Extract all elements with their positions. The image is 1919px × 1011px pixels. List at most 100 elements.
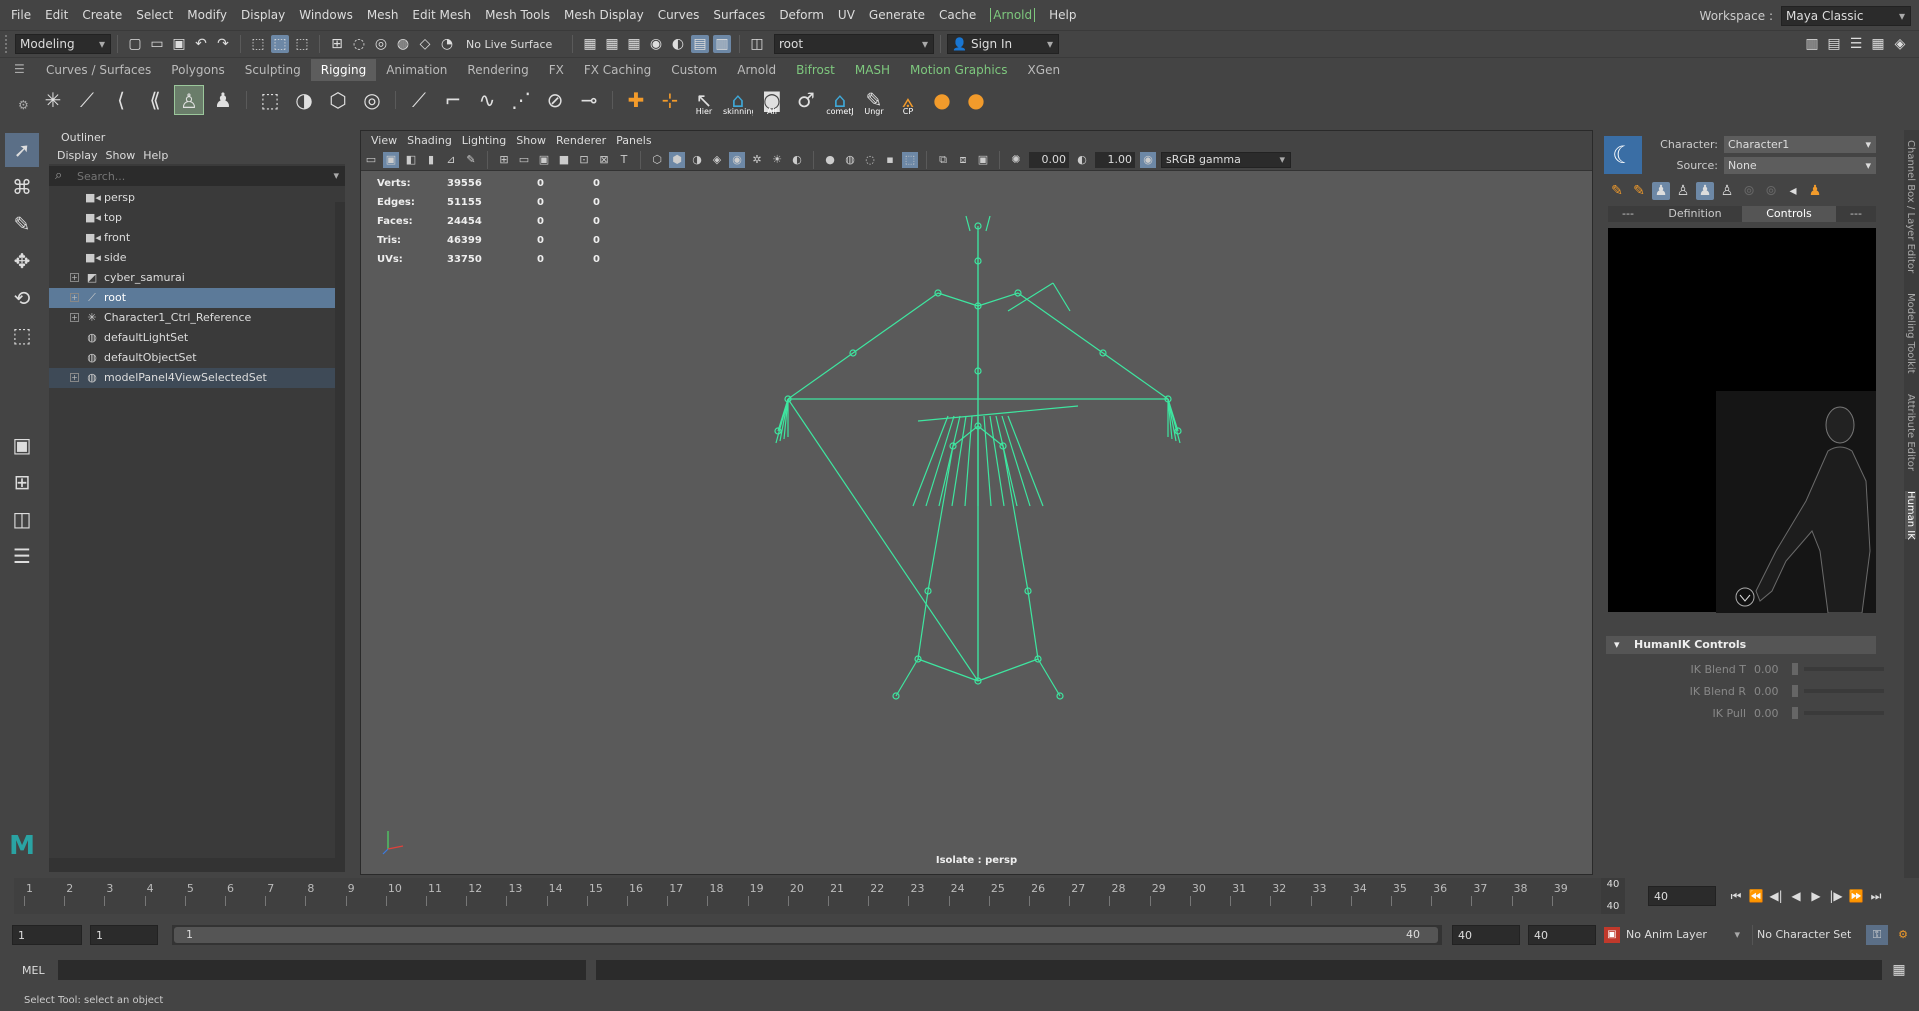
- insert-joint-icon[interactable]: ⟋: [72, 85, 102, 115]
- snap-view-plane-icon[interactable]: ◇: [416, 35, 434, 53]
- collapse-triangle-icon[interactable]: ▾: [1614, 636, 1620, 654]
- ik-control-slider-handle[interactable]: [1792, 685, 1798, 697]
- ik-control-slider-track[interactable]: [1804, 689, 1884, 693]
- select-tool-icon[interactable]: ➚: [5, 133, 39, 167]
- mirror-joint-icon[interactable]: ⟨: [106, 85, 136, 115]
- exposure-icon[interactable]: ✺: [1008, 152, 1024, 168]
- hier-select-icon[interactable]: ↖ Hier: [689, 85, 719, 116]
- menu-curves[interactable]: Curves: [658, 0, 700, 31]
- two-view-layout-icon[interactable]: ◫: [5, 502, 39, 536]
- shelf-tab-xgen[interactable]: XGen: [1018, 59, 1071, 81]
- outliner-item[interactable]: + ◩ cyber_samurai: [49, 268, 345, 288]
- pin-rotate-icon[interactable]: ⊚: [1762, 182, 1780, 200]
- move-tool-icon[interactable]: ✥: [5, 244, 39, 278]
- time-slider[interactable]: 1 2 3 4 5 6 7 8 9 10 11 12 13 14 15 16 17 18 19 20 21 22 23 24 2…: [0, 878, 1919, 914]
- menu-mesh[interactable]: Mesh: [367, 0, 399, 31]
- outliner-item[interactable]: ■◂ side: [49, 248, 345, 268]
- modeling-toolkit-toggle-icon[interactable]: ▥: [1803, 35, 1821, 53]
- bind-skin-icon[interactable]: ⬚: [255, 85, 285, 115]
- menu-uv[interactable]: UV: [838, 0, 855, 31]
- viewport-menu-renderer[interactable]: Renderer: [556, 134, 606, 147]
- ik-control-slider-track[interactable]: [1804, 711, 1884, 715]
- expand-toggle-icon[interactable]: +: [70, 373, 79, 382]
- shelf-tab-sculpting[interactable]: Sculpting: [235, 59, 311, 81]
- snap-grid-icon[interactable]: ⊞: [328, 35, 346, 53]
- film-gate-icon[interactable]: ▭: [516, 152, 532, 168]
- side-tab-modeling-toolkit[interactable]: Modeling Toolkit: [1905, 293, 1916, 374]
- menu-cache[interactable]: Cache: [939, 0, 976, 31]
- xray-joints-icon[interactable]: ◉: [729, 151, 745, 168]
- anim-layer-dropdown[interactable]: No Anim Layer ▾: [1626, 925, 1746, 945]
- bone[interactable]: [951, 415, 967, 507]
- shelf-tab-custom[interactable]: Custom: [661, 59, 727, 81]
- bone[interactable]: [1102, 352, 1169, 400]
- side-tab-human-ik[interactable]: Human IK: [1905, 490, 1916, 540]
- resolution-gate-icon[interactable]: ▣: [536, 152, 552, 168]
- menu-set-dropdown[interactable]: Modeling: [15, 34, 111, 54]
- ungroup-icon[interactable]: ✎ Ungr: [859, 85, 889, 116]
- bone[interactable]: [927, 445, 954, 592]
- xray-joints-2-icon[interactable]: ▣: [975, 152, 991, 168]
- save-scene-icon[interactable]: ▣: [170, 35, 188, 53]
- go-to-end-icon[interactable]: ⏭: [1866, 886, 1886, 906]
- safe-title-icon[interactable]: T: [616, 152, 632, 168]
- side-tab-attribute-editor[interactable]: Attribute Editor: [1905, 394, 1916, 471]
- pin-translate-icon[interactable]: ⊚: [1740, 182, 1758, 200]
- bone[interactable]: [977, 292, 1019, 307]
- xray-active-icon[interactable]: ⧈: [955, 152, 971, 168]
- color-management-icon[interactable]: ◉: [1140, 151, 1156, 168]
- skinning-icon[interactable]: ⌂skinning: [723, 85, 753, 116]
- source-dropdown[interactable]: None: [1724, 157, 1876, 174]
- outliner-item[interactable]: ■◂ front: [49, 228, 345, 248]
- ambient-occlusion-icon[interactable]: ●: [822, 152, 838, 168]
- outliner-vertical-scrollbar[interactable]: [335, 202, 345, 858]
- menu-generate[interactable]: Generate: [869, 0, 925, 31]
- select-hierarchy-icon[interactable]: ⬚: [249, 35, 267, 53]
- snap-curve-icon[interactable]: ◌: [350, 35, 368, 53]
- bone[interactable]: [937, 292, 979, 307]
- workspace-selector[interactable]: Workspace : Maya Classic: [1700, 0, 1919, 31]
- ik-control-slider-track[interactable]: [1804, 667, 1884, 671]
- humanik-character-view[interactable]: [1608, 228, 1876, 614]
- select-object-icon[interactable]: ⬚: [271, 35, 289, 53]
- view-transform-dropdown[interactable]: sRGB gamma: [1161, 151, 1291, 168]
- shelf-menu-icon[interactable]: ☰: [14, 62, 25, 76]
- outliner-search[interactable]: ⌕ ▾: [49, 166, 345, 186]
- menu-edit-mesh[interactable]: Edit Mesh: [412, 0, 471, 31]
- outliner-item[interactable]: ■◂ persp: [49, 188, 345, 208]
- side-tab-channel-box-layer-editor[interactable]: Channel Box / Layer Editor: [1905, 140, 1916, 273]
- step-back-key-icon[interactable]: ⏪: [1746, 886, 1766, 906]
- playback-end-field[interactable]: 40: [1452, 925, 1520, 945]
- isolate-select-icon[interactable]: ⬚: [902, 151, 918, 168]
- anti-aliasing-icon[interactable]: ◌: [862, 152, 878, 168]
- outliner-item[interactable]: ■◂ top: [49, 208, 345, 228]
- outliner-layout-icon[interactable]: ☰: [5, 539, 39, 573]
- joint-tool-orange-icon[interactable]: ⊹: [655, 85, 685, 115]
- current-frame-field[interactable]: 40: [1648, 886, 1716, 906]
- shelf-tab-animation[interactable]: Animation: [376, 59, 457, 81]
- ik-handle-icon[interactable]: ⟋: [404, 85, 434, 115]
- full-body-ik-icon[interactable]: ♙: [1674, 182, 1692, 200]
- body-part-icon[interactable]: ♟: [1696, 182, 1714, 200]
- search-options-icon[interactable]: ▾: [333, 169, 339, 182]
- ipr-render-icon[interactable]: ▦: [625, 35, 643, 53]
- render-frame-icon[interactable]: ▦: [603, 35, 621, 53]
- cp-icon[interactable]: ⟑ CP: [893, 85, 923, 116]
- viewport-menu-shading[interactable]: Shading: [407, 134, 452, 147]
- bone[interactable]: [989, 415, 1005, 507]
- channel-box-toggle-icon[interactable]: ▦: [1869, 35, 1887, 53]
- arnold-render-icon[interactable]: ▤: [691, 35, 709, 53]
- selection-icon[interactable]: ♙: [1718, 182, 1736, 200]
- shelf-tab-bifrost[interactable]: Bifrost: [786, 59, 845, 81]
- gamma-icon[interactable]: ◐: [1074, 152, 1090, 168]
- biped-icon[interactable]: ♂: [791, 85, 821, 115]
- menu-arnold[interactable]: Arnold: [990, 8, 1036, 22]
- lasso-tool-icon[interactable]: ⌘: [5, 170, 39, 204]
- arnold-ipr-icon[interactable]: ▥: [713, 35, 731, 53]
- bone[interactable]: [1037, 658, 1061, 697]
- workspace-dropdown[interactable]: Maya Classic: [1781, 5, 1911, 26]
- shelf-tab-polygons[interactable]: Polygons: [161, 59, 234, 81]
- bone[interactable]: [1007, 282, 1054, 312]
- menu-deform[interactable]: Deform: [779, 0, 824, 31]
- go-to-start-icon[interactable]: ⏮: [1726, 886, 1746, 906]
